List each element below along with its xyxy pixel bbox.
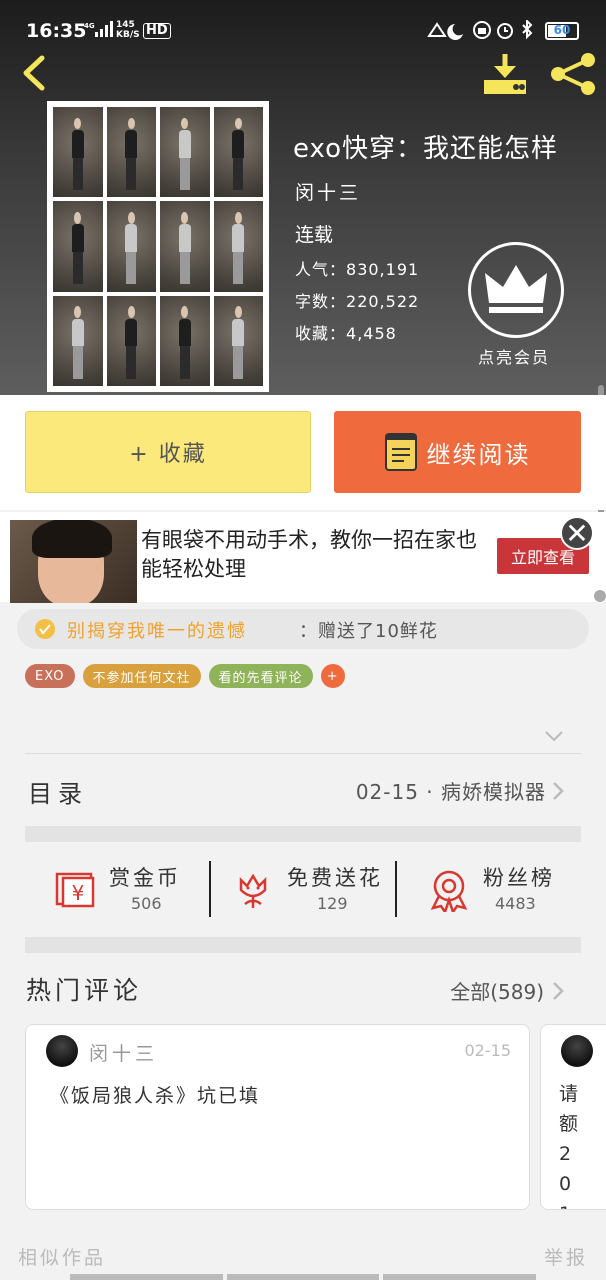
tag-item[interactable]: 不参加任何文社 xyxy=(82,664,201,688)
hot-comments-label: 热门评论 xyxy=(26,976,143,1005)
cover-figure xyxy=(213,201,263,292)
battery-icon: 60 xyxy=(545,22,579,40)
continue-reading-label: 继续阅读 xyxy=(426,440,531,469)
reward-label: 免费送花 xyxy=(287,866,383,890)
book-author[interactable]: 闵十三 xyxy=(295,178,361,205)
svg-text:¥: ¥ xyxy=(72,881,85,905)
book-cover[interactable] xyxy=(47,101,269,392)
all-comments-link[interactable]: 全部(589) xyxy=(450,976,544,1005)
chevron-right-icon[interactable] xyxy=(551,980,565,1002)
coin-envelope-icon: ¥ xyxy=(55,872,95,908)
stat-popularity: 人气：830,191 xyxy=(295,256,419,280)
comment-card[interactable]: 请额201所 xyxy=(540,1024,606,1210)
cover-image xyxy=(53,107,263,386)
vip-label[interactable]: 点亮会员 xyxy=(478,344,550,368)
download-icon xyxy=(484,54,526,94)
tag-list: EXO 不参加任何文社 看的先看评论 + xyxy=(25,664,345,688)
cover-figure xyxy=(106,201,156,292)
back-button[interactable] xyxy=(14,52,54,94)
collect-button[interactable]: + 收藏 xyxy=(25,411,311,493)
vip-button[interactable] xyxy=(468,242,564,338)
chevron-down-icon[interactable] xyxy=(544,728,564,744)
similar-works-label[interactable]: 相似作品 xyxy=(18,1243,106,1270)
cover-figure xyxy=(53,107,103,198)
status-time: 16:35 xyxy=(26,20,87,42)
divider xyxy=(25,753,581,754)
tag-item[interactable]: 看的先看评论 xyxy=(208,664,313,688)
share-button[interactable] xyxy=(548,50,598,98)
section-gap xyxy=(25,826,581,842)
share-icon xyxy=(551,53,595,95)
stat-popularity-value: 830,191 xyxy=(346,260,420,279)
back-arrow-icon xyxy=(23,55,45,91)
action-bar: + 收藏 继续阅读 xyxy=(0,395,606,510)
avatar[interactable] xyxy=(46,1035,78,1067)
reward-row: ¥ 赏金币 506 免费送花 129 粉丝榜 4483 xyxy=(25,856,581,920)
book-title: exo快穿：我还能怎样 xyxy=(293,134,559,164)
stat-words: 字数：220,522 xyxy=(295,288,419,312)
cover-figure xyxy=(213,107,263,198)
reward-label: 赏金币 xyxy=(109,866,181,890)
stat-favorites-label: 收藏： xyxy=(295,324,347,343)
download-button[interactable] xyxy=(480,50,530,98)
cover-figure xyxy=(160,201,210,292)
ad-banner[interactable]: 有眼袋不用动手术，教你一招在家也能轻松处理 立即查看 ✕ xyxy=(0,512,606,603)
stat-favorites: 收藏：4,458 xyxy=(295,320,397,344)
toc-label[interactable]: 目录 xyxy=(28,774,88,809)
cover-figure xyxy=(53,295,103,386)
coin-icon xyxy=(35,619,55,639)
ad-close-icon[interactable]: ✕ xyxy=(560,516,594,550)
avatar[interactable] xyxy=(561,1035,593,1067)
reward-count: 4483 xyxy=(495,894,536,913)
tag-item[interactable]: EXO xyxy=(25,664,75,688)
book-status: 连载 xyxy=(295,224,334,246)
comment-text: 《饭局狼人杀》坑已填 xyxy=(50,1085,261,1107)
stat-popularity-label: 人气： xyxy=(295,260,347,279)
cover-figure xyxy=(160,295,210,386)
carousel-indicator xyxy=(70,1274,537,1280)
reward-count: 129 xyxy=(317,894,348,913)
cover-figure xyxy=(213,295,263,386)
reward-count: 506 xyxy=(131,894,162,913)
crown-icon xyxy=(485,265,547,313)
vertical-divider xyxy=(209,861,211,917)
cover-figure xyxy=(53,201,103,292)
cover-figure xyxy=(106,107,156,198)
reward-label: 粉丝榜 xyxy=(483,866,555,890)
stat-favorites-value: 4,458 xyxy=(346,324,397,343)
hd-icon: HD xyxy=(143,23,171,39)
comment-user[interactable]: 闵十三 xyxy=(89,1039,158,1066)
section-gap xyxy=(25,937,581,953)
stat-words-label: 字数： xyxy=(295,292,347,311)
gift-user[interactable]: 别揭穿我唯一的遗憾 xyxy=(67,617,247,643)
status-bar: 16:35 4G 145 KB/S HD 60 xyxy=(0,0,606,46)
chevron-right-icon[interactable] xyxy=(551,780,565,802)
gift-text: ：赠送了10鲜花 xyxy=(299,621,438,642)
ad-info-icon[interactable] xyxy=(594,590,606,602)
flower-icon xyxy=(239,873,267,908)
continue-reading-button[interactable]: 继续阅读 xyxy=(334,411,581,493)
status-icons-svg xyxy=(427,18,533,40)
add-tag-button[interactable]: + xyxy=(320,664,345,688)
report-link[interactable]: 举报 xyxy=(544,1243,588,1270)
toc-latest-chapter[interactable]: 02-15 · 病娇模拟器 xyxy=(356,776,546,805)
book-header: 16:35 4G 145 KB/S HD 60 exo快穿：我还能怎样 闵十三 … xyxy=(0,0,606,395)
battery-level: 60 xyxy=(553,23,571,37)
stat-words-value: 220,522 xyxy=(346,292,420,311)
comment-card[interactable]: 闵十三 02-15 《饭局狼人杀》坑已填 xyxy=(25,1024,530,1210)
ad-image xyxy=(10,520,137,603)
ad-text: 有眼袋不用动手术，教你一招在家也能轻松处理 xyxy=(141,528,477,581)
cover-figure xyxy=(160,107,210,198)
svg-text:4G: 4G xyxy=(84,22,95,30)
gift-banner[interactable]: 别揭穿我唯一的遗憾 ：赠送了10鲜花 xyxy=(17,609,589,649)
signal-icon: 4G xyxy=(84,20,114,41)
network-speed: 145 KB/S xyxy=(116,20,140,40)
comment-date: 02-15 xyxy=(464,1041,512,1060)
status-icons xyxy=(425,18,540,45)
vertical-divider xyxy=(395,861,397,917)
medal-icon xyxy=(430,870,468,912)
book-icon xyxy=(384,433,417,471)
cover-figure xyxy=(106,295,156,386)
comment-text: 请额201所 xyxy=(559,1083,579,1209)
